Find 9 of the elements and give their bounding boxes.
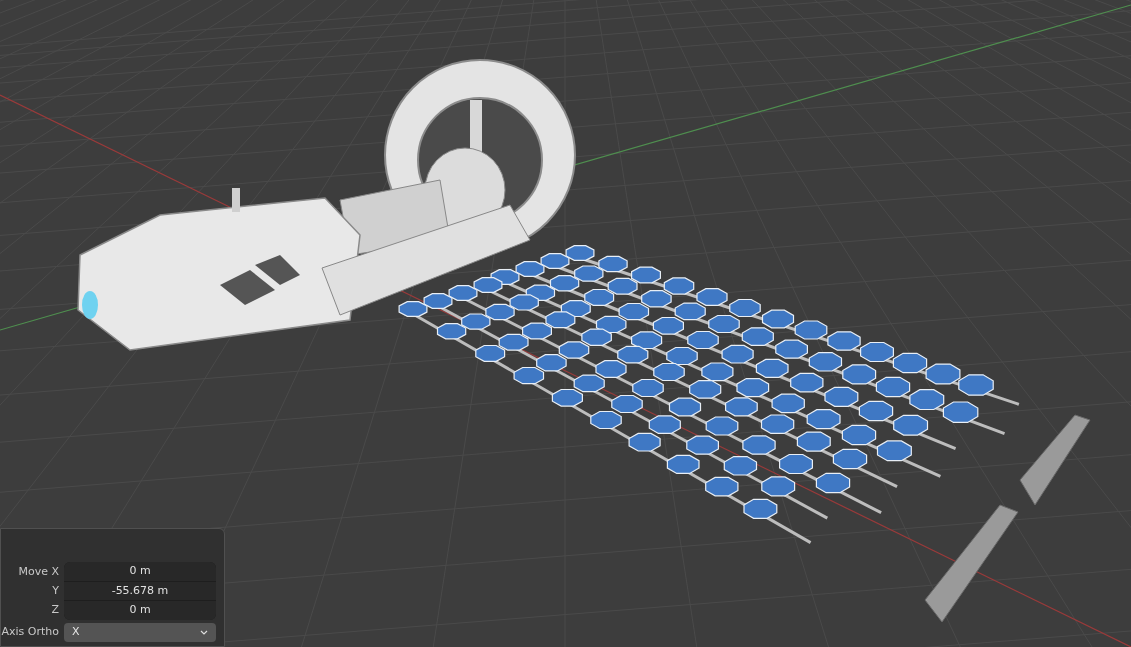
chevron-down-icon <box>200 629 208 635</box>
number-field[interactable]: -55.678 m <box>64 581 216 600</box>
number-field[interactable]: 0 m <box>64 562 216 581</box>
field-label: Move X <box>17 564 59 580</box>
field-label: Z <box>50 602 59 618</box>
number-field[interactable]: 0 m <box>64 601 216 620</box>
field-label: Y <box>51 583 59 599</box>
field-label: Axis Ortho <box>1 623 59 640</box>
axis-dropdown[interactable]: X <box>64 622 216 642</box>
